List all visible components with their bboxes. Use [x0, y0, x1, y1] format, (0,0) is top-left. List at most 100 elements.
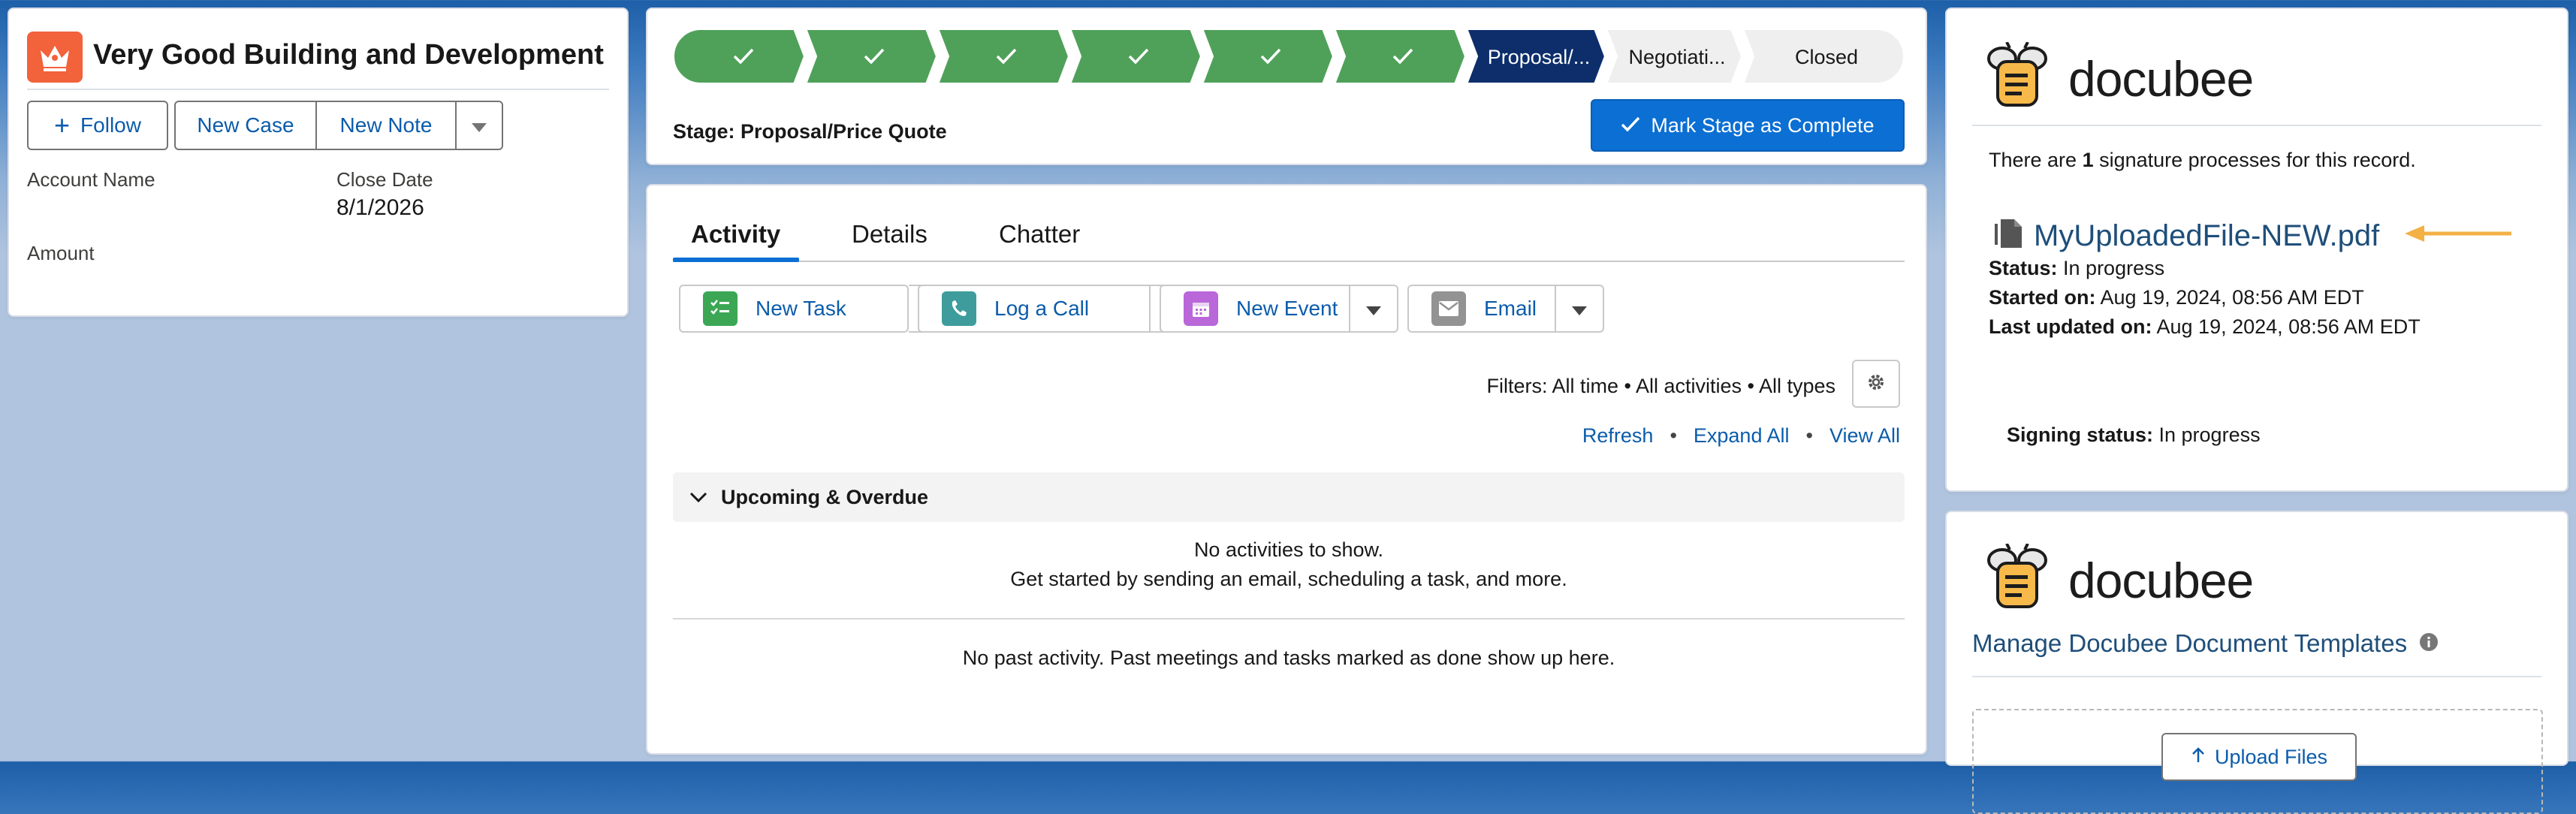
sales-path-card: Proposal/... Negotiati... Closed Stage: Pr…	[646, 8, 1927, 165]
follow-button[interactable]: + Follow	[27, 101, 168, 150]
docubee-logo-text: docubee	[2068, 50, 2254, 107]
last-updated-row: Last updated on: Aug 19, 2024, 08:56 AM …	[1989, 315, 2421, 339]
task-list-icon	[703, 291, 738, 326]
path-stage-4[interactable]	[1067, 29, 1204, 84]
bee-icon	[1980, 41, 2055, 115]
chevron-down-icon	[1366, 297, 1381, 321]
tab-underline	[673, 261, 1905, 262]
docubee-logo: docubee	[1980, 543, 2254, 617]
link-separator: •	[1805, 424, 1813, 447]
path-stage-9[interactable]: Closed	[1740, 29, 1905, 84]
tab-active-indicator	[673, 258, 799, 262]
path-stage-2[interactable]	[803, 29, 940, 84]
path-stage-8[interactable]: Negotiati...	[1603, 29, 1745, 84]
activity-links: Refresh • Expand All • View All	[1582, 424, 1900, 448]
last-updated-label: Last updated on:	[1989, 315, 2152, 338]
docubee-signature-card: docubee There are 1 signature processes …	[1945, 8, 2568, 492]
new-task-label: New Task	[756, 297, 846, 320]
signature-summary-text: There are 1 signature processes for this…	[1989, 149, 2416, 172]
path-stages: Proposal/... Negotiati... Closed	[673, 29, 1905, 84]
record-header-card: Very Good Building and Development + Fol…	[8, 8, 629, 317]
activity-filters-text: Filters: All time • All activities • All…	[1486, 375, 1835, 397]
refresh-link[interactable]: Refresh	[1582, 424, 1654, 448]
new-event-dropdown[interactable]	[1350, 285, 1398, 333]
new-note-button[interactable]: New Note	[317, 101, 457, 150]
path-stage-5[interactable]	[1199, 29, 1336, 84]
record-action-group: New Case New Note	[174, 101, 503, 150]
amount-label: Amount	[27, 242, 95, 264]
started-row: Started on: Aug 19, 2024, 08:56 AM EDT	[1989, 286, 2364, 309]
checkmark-icon	[1621, 114, 1640, 137]
upload-files-button[interactable]: Upload Files	[2161, 733, 2357, 781]
chevron-down-icon	[689, 491, 707, 503]
templates-divider	[1972, 676, 2541, 677]
no-activities-text: No activities to show.	[1193, 538, 1384, 561]
expand-all-link[interactable]: Expand All	[1694, 424, 1790, 448]
summary-prefix: There are	[1989, 149, 2083, 171]
log-a-call-label: Log a Call	[994, 297, 1090, 320]
path-stage-7[interactable]: Proposal/...	[1464, 29, 1608, 84]
bee-icon	[1980, 543, 2055, 617]
status-label: Status:	[1989, 257, 2058, 279]
docubee-divider	[1972, 125, 2541, 126]
tab-details[interactable]: Details	[852, 220, 928, 249]
signing-status-value: In progress	[2158, 424, 2261, 446]
email-label: Email	[1484, 297, 1537, 320]
status-row: Status: In progress	[1989, 257, 2164, 280]
chevron-down-icon	[472, 113, 487, 137]
current-stage-text: Stage: Proposal/Price Quote	[673, 120, 947, 143]
email-button[interactable]: Email	[1407, 285, 1556, 333]
arrow-left-icon	[2403, 224, 2513, 247]
new-task-button[interactable]: New Task	[679, 285, 909, 333]
close-date-value: 8/1/2026	[336, 195, 424, 220]
follow-label: Follow	[80, 113, 141, 137]
plus-icon: +	[54, 110, 71, 140]
docubee-logo-text: docubee	[2068, 552, 2254, 608]
started-value: Aug 19, 2024, 08:56 AM EDT	[2100, 286, 2364, 309]
tab-chatter[interactable]: Chatter	[999, 220, 1080, 249]
upload-files-label: Upload Files	[2214, 745, 2328, 768]
email-dropdown[interactable]	[1556, 285, 1604, 333]
record-title: Very Good Building and Development	[93, 39, 604, 71]
path-stage-1[interactable]	[673, 29, 807, 84]
tab-activity[interactable]: Activity	[691, 220, 780, 249]
new-case-button[interactable]: New Case	[174, 101, 317, 150]
info-icon[interactable]	[2419, 629, 2439, 658]
mark-stage-complete-button[interactable]: Mark Stage as Complete	[1591, 99, 1905, 152]
docubee-templates-card: docubee Manage Docubee Document Template…	[1945, 511, 2568, 814]
more-actions-button[interactable]	[457, 101, 503, 150]
filter-settings-button[interactable]	[1852, 360, 1900, 408]
gear-icon	[1866, 372, 1887, 396]
path-stage-label: Negotiati...	[1628, 46, 1725, 68]
new-event-label: New Event	[1236, 297, 1338, 320]
manage-templates-heading: Manage Docubee Document Templates	[1972, 629, 2439, 658]
mark-stage-complete-label: Mark Stage as Complete	[1651, 113, 1875, 137]
path-stage-label: Proposal/...	[1488, 46, 1591, 68]
log-a-call-button[interactable]: Log a Call	[918, 285, 1151, 333]
manage-templates-label[interactable]: Manage Docubee Document Templates	[1972, 629, 2407, 658]
upcoming-overdue-label: Upcoming & Overdue	[721, 485, 929, 508]
path-stage-3[interactable]	[935, 29, 1072, 84]
account-name-label: Account Name	[27, 168, 155, 191]
document-icon	[1993, 215, 2023, 257]
new-event-button[interactable]: New Event	[1160, 285, 1350, 333]
opportunity-crown-icon	[27, 32, 83, 83]
upcoming-overdue-section-header[interactable]: Upcoming & Overdue	[673, 472, 1905, 522]
activity-tabs-card: Activity Details Chatter New Task Log a …	[646, 184, 1927, 755]
summary-suffix: signature processes for this record.	[2093, 149, 2416, 171]
close-date-label: Close Date	[336, 168, 433, 191]
get-started-text: Get started by sending an email, schedul…	[1010, 568, 1567, 590]
path-stage-label: Closed	[1795, 46, 1858, 68]
view-all-link[interactable]: View All	[1829, 424, 1900, 448]
signing-status-row: Signing status: In progress	[2007, 424, 2261, 447]
signing-status-label: Signing status:	[2007, 424, 2153, 446]
status-value: In progress	[2063, 257, 2165, 279]
docubee-logo: docubee	[1980, 41, 2254, 115]
phone-icon	[942, 291, 976, 326]
link-separator: •	[1670, 424, 1677, 447]
path-stage-6[interactable]	[1332, 29, 1468, 84]
uploaded-file-link[interactable]: MyUploadedFile-NEW.pdf	[1993, 215, 2379, 257]
no-past-activity-text: No past activity. Past meetings and task…	[962, 647, 1615, 669]
last-updated-value: Aug 19, 2024, 08:56 AM EDT	[2156, 315, 2421, 338]
file-drop-zone[interactable]: Upload Files	[1972, 709, 2543, 814]
